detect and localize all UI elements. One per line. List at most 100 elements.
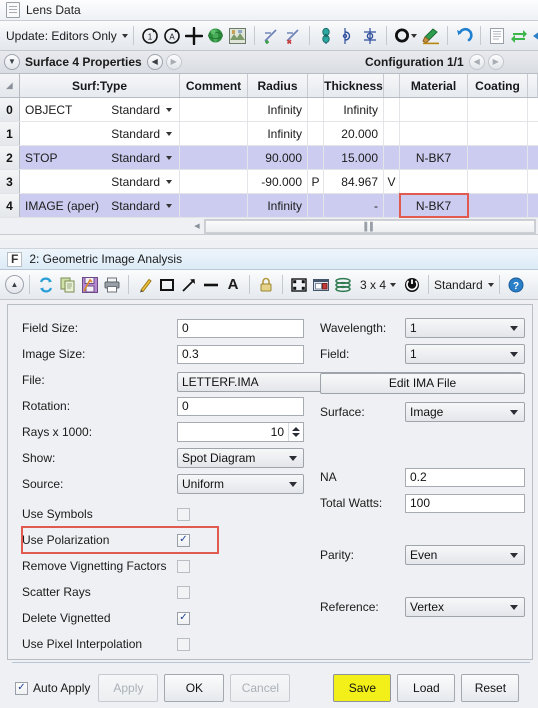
row-index[interactable]: 3: [0, 170, 20, 193]
all-step-icon[interactable]: A: [161, 25, 183, 47]
column-header-radius-flag[interactable]: [308, 74, 324, 97]
cell-radius-flag[interactable]: [308, 98, 324, 121]
cell-material[interactable]: N-BK7: [399, 193, 469, 218]
cell-radius-flag[interactable]: P: [308, 170, 324, 193]
cell-extra[interactable]: [528, 194, 538, 217]
cell-thickness-flag[interactable]: [384, 122, 400, 145]
cell-material[interactable]: N-BK7: [400, 146, 468, 169]
cancel-button[interactable]: Cancel: [230, 674, 291, 702]
column-header-thickness[interactable]: Thickness: [324, 74, 384, 97]
stepper-down-icon[interactable]: [292, 433, 300, 437]
swap-icon[interactable]: [508, 25, 530, 47]
draw-rectangle-icon[interactable]: [156, 274, 178, 296]
detach-window-icon[interactable]: [310, 274, 332, 296]
cell-radius-flag[interactable]: [308, 194, 324, 217]
column-header-surf-type[interactable]: Surf:Type: [20, 74, 180, 97]
tilt-decenter-icon[interactable]: [315, 25, 337, 47]
refresh-icon[interactable]: [35, 274, 57, 296]
cell-radius[interactable]: Infinity: [248, 194, 308, 217]
cell-thickness-flag[interactable]: [384, 194, 400, 217]
cell-comment[interactable]: [180, 122, 248, 145]
delete-vignetted-checkbox[interactable]: ✓: [177, 611, 190, 625]
help-icon[interactable]: ?: [505, 274, 527, 296]
save-icon[interactable]: [79, 274, 101, 296]
aperture-chevron-down-icon[interactable]: [410, 33, 417, 38]
insert-surface-before-icon[interactable]: [260, 25, 282, 47]
power-refresh-icon[interactable]: [401, 274, 423, 296]
reset-button[interactable]: Reset: [461, 674, 520, 702]
cell-thickness-flag[interactable]: V: [384, 170, 400, 193]
surface-properties-chevron-down-icon[interactable]: ▼: [4, 54, 20, 70]
surface-type-dropdown[interactable]: Standard: [111, 103, 174, 117]
table-horizontal-scrollbar[interactable]: ◀ ▌▌: [0, 218, 538, 235]
scrollbar-track[interactable]: ▌▌: [204, 218, 536, 234]
rays-x-1000-stepper[interactable]: 10: [177, 422, 304, 442]
cell-surf-type[interactable]: OBJECT Standard: [20, 98, 180, 121]
surface-type-dropdown[interactable]: Standard: [111, 151, 174, 165]
coordinate-return-icon[interactable]: [359, 25, 381, 47]
print-icon[interactable]: [101, 274, 123, 296]
stepper-arrows[interactable]: [288, 423, 303, 441]
cell-material[interactable]: [400, 122, 468, 145]
field-size-input[interactable]: 0: [177, 318, 304, 338]
single-step-icon[interactable]: 1: [139, 25, 161, 47]
collapse-icon[interactable]: [530, 25, 538, 47]
cell-radius[interactable]: Infinity: [248, 122, 308, 145]
row-index[interactable]: 0: [0, 98, 20, 121]
add-text-icon[interactable]: A: [222, 274, 244, 296]
cell-comment[interactable]: [180, 170, 248, 193]
cell-surf-type[interactable]: Standard: [20, 122, 180, 145]
table-row[interactable]: 0 OBJECT Standard Infinity Infinity: [0, 98, 538, 122]
update-mode-chevron-down-icon[interactable]: [121, 33, 128, 38]
ok-button[interactable]: OK: [164, 674, 225, 702]
save-button[interactable]: Save: [333, 674, 392, 702]
cell-comment[interactable]: [180, 146, 248, 169]
grid-size-label[interactable]: 3 x 4: [360, 278, 386, 292]
column-header-thickness-flag[interactable]: [384, 74, 400, 97]
undo-icon[interactable]: [453, 25, 475, 47]
column-header-coating[interactable]: Coating: [468, 74, 528, 97]
column-header-material[interactable]: Material: [400, 74, 468, 97]
surface-prev-button[interactable]: ◀: [146, 54, 163, 70]
row-index[interactable]: 1: [0, 122, 20, 145]
cell-extra[interactable]: [528, 146, 538, 169]
total-watts-input[interactable]: 100: [405, 493, 525, 513]
auto-apply-checkbox[interactable]: ✓: [15, 681, 28, 695]
cell-radius[interactable]: 90.000: [248, 146, 308, 169]
remove-vignetting-factors-checkbox[interactable]: ✓: [177, 559, 190, 573]
move-icon[interactable]: [183, 25, 205, 47]
table-row[interactable]: 1 Standard Infinity 20.000: [0, 122, 538, 146]
cell-material[interactable]: [400, 170, 468, 193]
style-label[interactable]: Standard: [434, 278, 483, 292]
surface-type-dropdown[interactable]: Standard: [111, 199, 174, 213]
na-input[interactable]: 0.2: [405, 467, 525, 487]
cell-surf-type[interactable]: STOP Standard: [20, 146, 180, 169]
cell-comment[interactable]: [180, 194, 248, 217]
row-index[interactable]: 2: [0, 146, 20, 169]
surface-type-dropdown[interactable]: Standard: [111, 175, 174, 189]
use-pixel-interpolation-checkbox[interactable]: ✓: [177, 637, 190, 651]
cell-coating[interactable]: [468, 146, 528, 169]
cell-thickness-flag[interactable]: [384, 98, 400, 121]
cell-coating[interactable]: [468, 122, 528, 145]
wavelength-dropdown[interactable]: 1: [405, 318, 525, 338]
cell-radius-flag[interactable]: [308, 146, 324, 169]
use-symbols-checkbox[interactable]: ✓: [177, 507, 190, 521]
cell-radius-flag[interactable]: [308, 122, 324, 145]
cell-extra[interactable]: [528, 122, 538, 145]
lock-icon[interactable]: [255, 274, 277, 296]
table-row[interactable]: 2 STOP Standard 90.000 15.000 N-BK7: [0, 146, 538, 170]
parity-dropdown[interactable]: Even: [405, 545, 525, 565]
cell-thickness[interactable]: 84.967: [324, 170, 384, 193]
cell-thickness[interactable]: 15.000: [324, 146, 384, 169]
table-corner-cell[interactable]: ◢: [0, 74, 20, 97]
show-dropdown[interactable]: Spot Diagram: [177, 448, 304, 468]
edit-ima-file-button[interactable]: Edit IMA File: [320, 372, 525, 394]
fit-window-icon[interactable]: [288, 274, 310, 296]
cell-extra[interactable]: [528, 170, 538, 193]
cell-thickness[interactable]: 20.000: [324, 122, 384, 145]
collapse-settings-chevron-up-icon[interactable]: ▲: [5, 275, 24, 294]
cell-extra[interactable]: [528, 98, 538, 121]
cell-comment[interactable]: [180, 98, 248, 121]
update-mode-label[interactable]: Update: Editors Only: [6, 29, 119, 43]
